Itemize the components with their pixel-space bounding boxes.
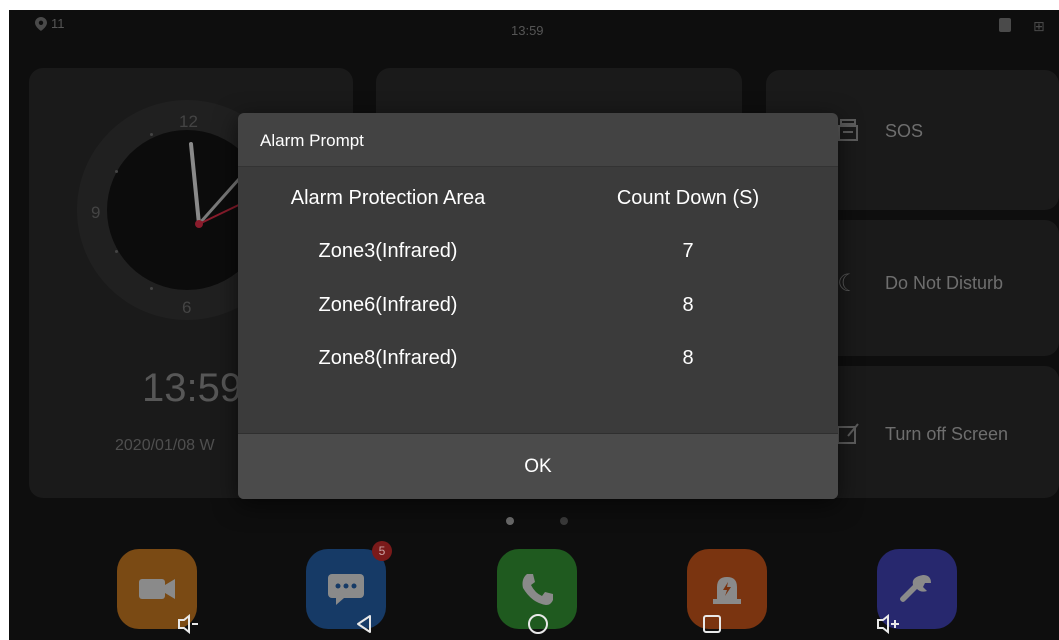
dnd-label: Do Not Disturb: [885, 272, 1004, 293]
network-icon: ⊞: [1033, 18, 1045, 34]
status-bar: 11 13:59 ⊞: [9, 10, 1059, 40]
zone-countdown: 8: [682, 347, 694, 369]
sos-label: SOS: [885, 120, 924, 141]
zone-name: Zone8(Infrared): [318, 347, 458, 369]
back-button[interactable]: [349, 609, 379, 639]
dnd-action[interactable]: ☾ Do Not Disturb: [835, 269, 1004, 297]
moon-icon: ☾: [837, 269, 859, 297]
sd-card-icon: [999, 18, 1011, 32]
volume-down-icon: [178, 614, 198, 634]
unread-badge: 5: [372, 541, 392, 561]
ok-button[interactable]: OK: [238, 434, 838, 499]
message-icon: [328, 574, 364, 605]
screen-off-label: Turn off Screen: [885, 423, 1009, 444]
volume-up-icon: [877, 614, 899, 634]
location-indicator: 11: [35, 16, 65, 31]
pager-dot-active[interactable]: [506, 517, 514, 525]
dialog-footer: OK: [238, 433, 838, 499]
home-button[interactable]: [523, 609, 553, 639]
volume-up-button[interactable]: [873, 609, 903, 639]
zone-countdown: 8: [682, 294, 694, 316]
recents-icon: [703, 615, 721, 633]
zone-name: Zone6(Infrared): [318, 294, 458, 316]
zone-name: Zone3(Infrared): [318, 240, 458, 262]
status-time: 13:59: [511, 23, 544, 38]
navigation-bar: [9, 602, 1059, 640]
zone-countdown: 7: [682, 240, 694, 262]
alarm-prompt-dialog: Alarm Prompt Alarm Protection Area Count…: [238, 113, 838, 499]
screen-off-icon: [835, 421, 861, 447]
pager-dot[interactable]: [560, 517, 568, 525]
recents-button[interactable]: [697, 609, 727, 639]
camera-icon: [139, 579, 175, 599]
header-count-down: Count Down (S): [616, 187, 760, 209]
home-icon: [528, 614, 548, 634]
volume-down-button[interactable]: [173, 609, 203, 639]
header-protection-area: Alarm Protection Area: [290, 187, 486, 209]
location-count: 11: [51, 16, 65, 31]
digital-time: 13:59: [142, 366, 243, 410]
sos-action[interactable]: SOS: [835, 118, 923, 144]
alarm-zone-table: Alarm Protection Area Count Down (S) Zon…: [238, 167, 838, 433]
sos-icon: [835, 118, 861, 144]
back-icon: [357, 615, 371, 633]
screen-off-action[interactable]: Turn off Screen: [835, 421, 1008, 447]
location-pin-icon: [35, 16, 47, 31]
dialog-title: Alarm Prompt: [260, 131, 364, 150]
date-label: 2020/01/08 W: [115, 437, 215, 454]
